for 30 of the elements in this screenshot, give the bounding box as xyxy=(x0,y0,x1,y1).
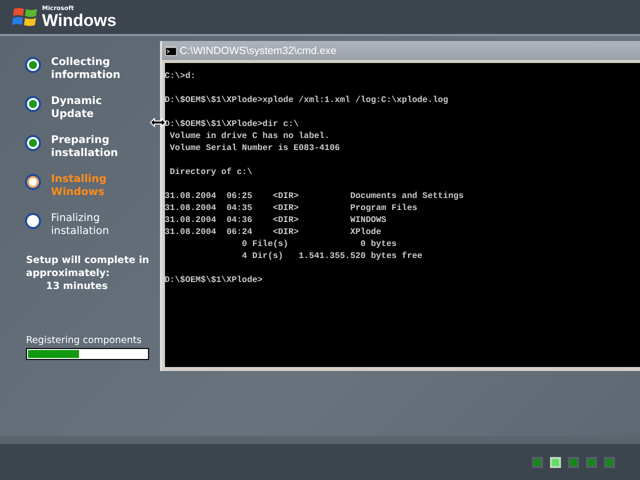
console-icon xyxy=(164,46,177,56)
console-line: Directory of c:\ xyxy=(168,166,254,178)
step-label: Dynamic Update xyxy=(51,95,103,121)
console-line: 31.08.2004 04:36 <DIR> WINDOWS xyxy=(164,214,388,226)
step-label: Installing Windows xyxy=(51,173,108,199)
step-label: Preparing installation xyxy=(51,134,120,160)
console-line: D:\$OEM$\$1\XPlode> xyxy=(164,274,264,286)
console-line: 31.08.2004 06:25 <DIR> Documents and Settings xyxy=(164,190,465,202)
step-icon xyxy=(24,173,42,191)
console-line: 4 Dir(s) 1.541.355.520 bytes free xyxy=(240,250,424,262)
completed-step-icon xyxy=(24,95,42,113)
step-label: Collecting information xyxy=(51,56,122,82)
console-line: D:\$OEM$\$1\XPlode>xplode /xml:1.xml /log:C:\xplode.log xyxy=(164,94,450,106)
console-line: 0 File(s) 0 bytes xyxy=(240,238,398,250)
progress-label: Registering components xyxy=(26,335,143,346)
estimate-time: 13 minutes xyxy=(45,280,109,293)
console-line: D:\$OEM$\$1\XPlode>dir c:\ xyxy=(164,118,300,130)
completed-step-icon xyxy=(24,56,42,74)
completed-step-icon xyxy=(24,134,42,152)
console-line: C:\>d: xyxy=(164,70,197,82)
console-line: 31.08.2004 06:24 <DIR> XPlode xyxy=(164,226,382,238)
windows-flag-icon xyxy=(12,6,38,28)
step-icon xyxy=(24,212,42,230)
brand-name: Windows xyxy=(42,12,116,28)
estimate-text: Setup will complete in approximately: xyxy=(26,254,150,280)
window-title: C:\WINDOWS\system32\cmd.exe xyxy=(180,44,337,56)
console-line: 31.08.2004 04:35 <DIR> Program Files xyxy=(164,202,418,214)
step-label: Finalizing installation xyxy=(51,212,110,238)
console-line: Volume in drive C has no label. xyxy=(168,130,331,142)
console-line: Volume Serial Number is E083-4106 xyxy=(168,142,341,154)
